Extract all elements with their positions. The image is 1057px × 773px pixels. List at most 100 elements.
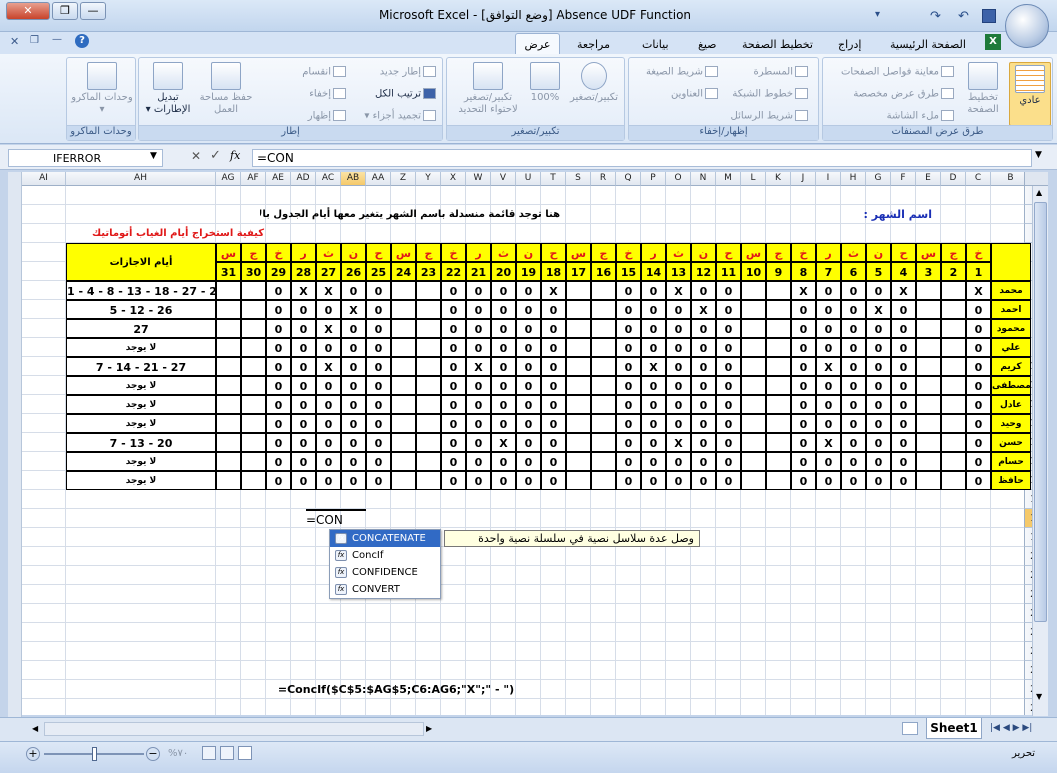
normal-view-button[interactable]: عادي <box>1009 62 1051 126</box>
column-header[interactable]: AG <box>216 172 241 186</box>
page-layout-view-button[interactable]: تخطيط الصفحة <box>961 62 1005 116</box>
column-header[interactable]: E <box>916 172 941 186</box>
insert-sheet-icon[interactable] <box>902 722 918 735</box>
doc-minimize-icon[interactable]: — <box>52 34 62 45</box>
switch-windows-button[interactable]: تبديل الإطارات ▾ <box>143 62 193 116</box>
column-header[interactable]: AH <box>66 172 216 186</box>
vertical-scrollbar[interactable]: ▲ ▼ <box>1032 186 1048 716</box>
arrange-all-button[interactable]: ترتيب الكل <box>375 88 438 100</box>
column-header[interactable]: R <box>591 172 616 186</box>
quick-access-dropdown-icon[interactable]: ▾ <box>875 9 880 20</box>
tab-page-layout[interactable]: تخطيط الصفحة <box>736 36 819 53</box>
tab-insert[interactable]: إدراج <box>832 36 867 53</box>
column-header[interactable]: AD <box>291 172 316 186</box>
sheet-tab-sheet1[interactable]: Sheet1 <box>926 718 982 739</box>
cancel-icon[interactable]: ✕ <box>191 149 201 163</box>
macros-button[interactable]: وحدات الماكرو ▾ <box>71 62 133 116</box>
column-header[interactable]: I <box>816 172 841 186</box>
column-header[interactable]: S <box>566 172 591 186</box>
tab-review[interactable]: مراجعة <box>571 36 616 53</box>
headings-checkbox[interactable]: العناوين <box>671 88 720 100</box>
redo-icon[interactable]: ↷ <box>930 9 941 24</box>
close-button[interactable]: ✕ <box>6 2 50 20</box>
column-header[interactable]: C <box>966 172 991 186</box>
expand-formula-icon[interactable]: ▼ <box>1035 150 1042 160</box>
tab-home[interactable]: الصفحة الرئيسية <box>884 36 972 53</box>
column-header[interactable]: O <box>666 172 691 186</box>
column-header[interactable]: G <box>866 172 891 186</box>
custom-views-button[interactable]: طرق عرض مخصصة <box>853 88 956 100</box>
column-header[interactable]: P <box>641 172 666 186</box>
column-header[interactable]: F <box>891 172 916 186</box>
name-box[interactable]: IFERROR <box>8 149 163 167</box>
left-split-bar[interactable] <box>8 172 22 717</box>
column-header[interactable]: AC <box>316 172 341 186</box>
doc-close-icon[interactable]: ✕ <box>10 35 19 48</box>
zoom-slider-thumb[interactable] <box>92 747 97 761</box>
autocomplete-list[interactable]: fx CONCATENATE fx ConcIf fx CONFIDENCE fx CO… <box>329 529 441 599</box>
undo-icon[interactable]: ↶ <box>958 9 969 24</box>
zoom-100-button[interactable]: 100% <box>527 62 563 104</box>
column-header[interactable]: AF <box>241 172 266 186</box>
column-header[interactable]: U <box>516 172 541 186</box>
column-header[interactable]: V <box>491 172 516 186</box>
first-sheet-icon[interactable]: |◀ ◀ ▶ ▶| <box>990 723 1032 733</box>
column-header[interactable]: X <box>441 172 466 186</box>
restore-button[interactable]: ❐ <box>52 2 78 20</box>
unhide-button[interactable]: إظهار <box>308 110 348 122</box>
zoom-in-icon[interactable]: + <box>26 747 40 761</box>
zoom-button[interactable]: تكبير/تصغير <box>567 62 621 104</box>
column-header[interactable]: L <box>741 172 766 186</box>
ruler-checkbox[interactable]: المسطرة <box>754 66 811 78</box>
column-header[interactable]: AB <box>341 172 366 186</box>
column-header[interactable]: Z <box>391 172 416 186</box>
column-header[interactable]: K <box>766 172 791 186</box>
formula-bar-checkbox[interactable]: شريط الصيغة <box>646 66 720 78</box>
enter-icon[interactable]: ✓ <box>210 148 221 163</box>
message-bar-checkbox[interactable]: شريط الرسائل <box>731 110 810 122</box>
save-icon[interactable] <box>982 9 996 23</box>
zoom-selection-button[interactable]: تكبير/تصغير لاحتواء التحديد <box>451 62 525 116</box>
horizontal-scrollbar[interactable] <box>44 722 424 736</box>
column-header[interactable]: AI <box>22 172 66 186</box>
hscroll-right-icon[interactable]: ▶ <box>426 724 432 733</box>
autocomplete-item[interactable]: fx CONVERT <box>330 581 440 598</box>
tab-view[interactable]: عرض <box>515 33 560 54</box>
worksheet-grid[interactable]: AI AH AG AF AE AD AC AB AA Z Y X W V U T S R Q P O N M L K J I H G F E… <box>8 172 1048 715</box>
save-workspace-button[interactable]: حفظ مساحة العمل <box>195 62 257 116</box>
gridlines-checkbox[interactable]: خطوط الشبكة <box>732 88 810 100</box>
freeze-panes-button[interactable]: تجميد أجزاء ▾ <box>364 110 438 122</box>
column-header[interactable]: Q <box>616 172 641 186</box>
zoom-out-icon[interactable]: − <box>146 747 160 761</box>
column-header[interactable]: J <box>791 172 816 186</box>
page-break-preview-button[interactable]: معاينة فواصل الصفحات <box>841 66 956 78</box>
autocomplete-item[interactable]: fx ConcIf <box>330 547 440 564</box>
office-button[interactable] <box>1005 4 1049 48</box>
column-header[interactable]: D <box>941 172 966 186</box>
full-screen-button[interactable]: ملء الشاشة <box>887 110 956 122</box>
column-header[interactable]: AE <box>266 172 291 186</box>
minimize-button[interactable]: — <box>80 2 106 20</box>
zoom-level[interactable]: %٧٠ <box>168 748 188 759</box>
column-header[interactable]: N <box>691 172 716 186</box>
autocomplete-item[interactable]: fx CONFIDENCE <box>330 564 440 581</box>
page-layout-view-icon[interactable] <box>220 746 234 760</box>
column-header[interactable]: T <box>541 172 566 186</box>
doc-restore-icon[interactable]: ❐ <box>30 35 39 46</box>
tab-data[interactable]: بيانات <box>636 36 675 53</box>
hide-button[interactable]: إخفاء <box>309 88 348 100</box>
scroll-down-icon[interactable]: ▼ <box>1036 692 1042 701</box>
new-window-button[interactable]: إطار جديد <box>380 66 438 78</box>
page-break-view-icon[interactable] <box>202 746 216 760</box>
column-header[interactable]: W <box>466 172 491 186</box>
column-header[interactable]: H <box>841 172 866 186</box>
help-icon[interactable]: ? <box>75 34 89 48</box>
hscroll-left-icon[interactable]: ◀ <box>32 724 38 733</box>
formula-input[interactable]: =CON <box>252 149 1032 167</box>
column-header[interactable]: M <box>716 172 741 186</box>
name-box-dropdown-icon[interactable]: ▼ <box>150 151 157 161</box>
tab-formulas[interactable]: صيغ <box>692 36 723 53</box>
insert-function-icon[interactable]: fx <box>230 149 240 162</box>
column-header[interactable]: Y <box>416 172 441 186</box>
autocomplete-item[interactable]: fx CONCATENATE <box>330 530 440 547</box>
